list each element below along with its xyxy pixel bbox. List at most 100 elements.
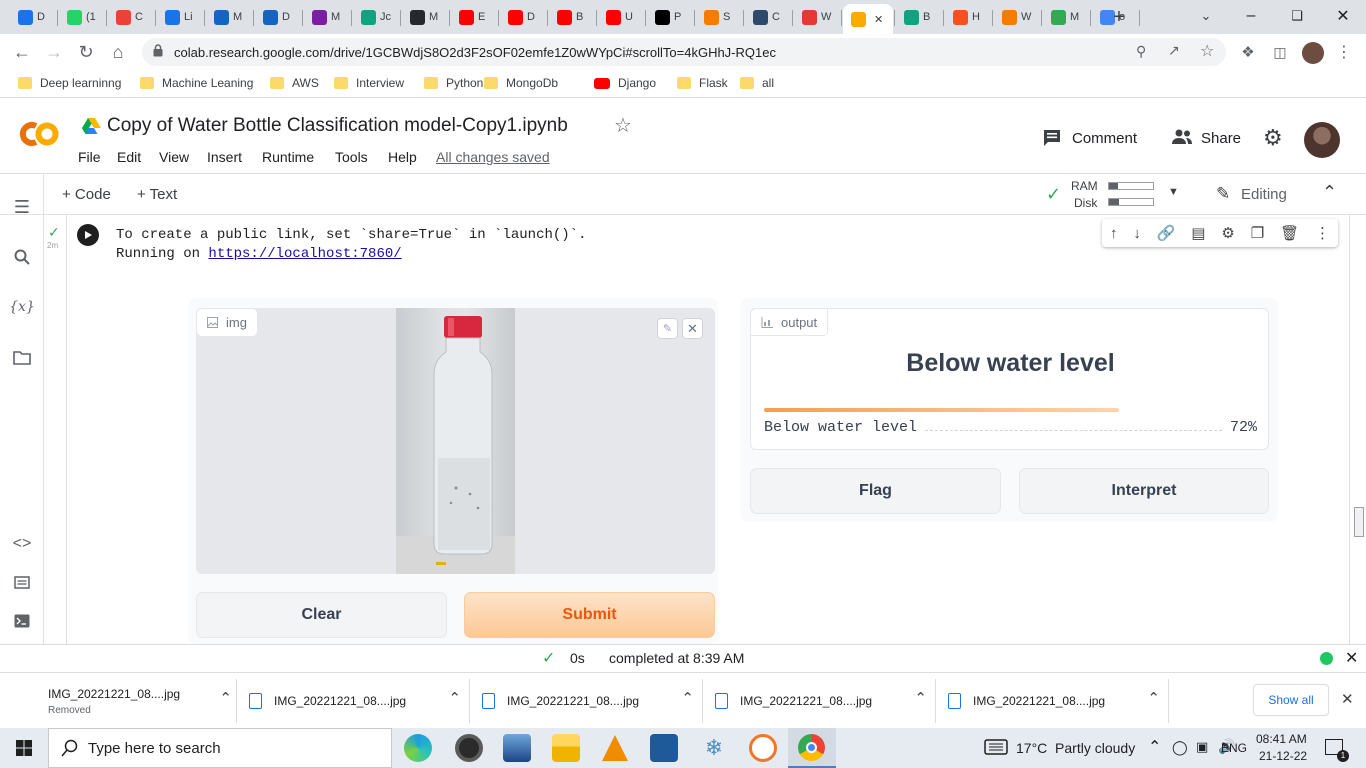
bookmark-item[interactable]: AWS <box>270 76 319 90</box>
browser-tab[interactable]: D <box>255 4 301 30</box>
disk-usage-bar[interactable] <box>1108 198 1154 206</box>
address-bar[interactable]: colab.research.google.com/drive/1GCBWdjS… <box>142 38 1226 66</box>
minimize-window-button[interactable]: – <box>1228 0 1274 32</box>
files-folder-icon[interactable] <box>11 347 33 369</box>
menu-help[interactable]: Help <box>388 149 417 165</box>
add-code-button[interactable]: + Code <box>62 186 111 203</box>
menu-edit[interactable]: Edit <box>117 149 141 165</box>
browser-tab[interactable]: (1 <box>59 4 105 30</box>
cell-settings-gear-icon[interactable]: ⚙ <box>1221 224 1234 242</box>
tab-search-chevron-icon[interactable]: ⌄ <box>1196 6 1216 26</box>
weather-icon[interactable] <box>984 738 1008 759</box>
image-input-panel[interactable]: img ✎ ✕ <box>196 308 715 574</box>
download-options-chevron-icon[interactable]: ⌃ <box>219 689 232 707</box>
close-downloads-icon[interactable]: ✕ <box>1341 690 1354 708</box>
download-item[interactable]: IMG_20221221_08....jpg ⌃ <box>715 673 935 729</box>
file-explorer-icon[interactable] <box>552 734 580 762</box>
bookmark-item[interactable]: Deep learninng <box>18 76 121 90</box>
zoom-icon[interactable]: ⚲ <box>1136 43 1146 60</box>
star-notebook-icon[interactable]: ☆ <box>614 113 632 138</box>
bookmark-item[interactable]: Interview <box>334 76 404 90</box>
restore-window-button[interactable]: ❏ <box>1274 0 1320 32</box>
notebook-title[interactable]: Copy of Water Bottle Classification mode… <box>107 115 568 137</box>
browser-tab[interactable]: B <box>896 4 942 30</box>
browser-tab[interactable]: P <box>647 4 693 30</box>
clock-time[interactable]: 08:41 AM <box>1256 732 1307 746</box>
browser-tab[interactable]: D <box>10 4 56 30</box>
extensions-puzzle-icon[interactable]: ❖ <box>1234 38 1262 66</box>
tray-app-icon[interactable]: ◯ <box>1172 739 1188 756</box>
share-people-icon[interactable] <box>1171 129 1193 148</box>
colab-logo[interactable] <box>16 119 62 157</box>
tray-chevron-icon[interactable]: ⌃ <box>1148 737 1161 757</box>
download-options-chevron-icon[interactable]: ⌃ <box>914 689 927 707</box>
browser-tab[interactable]: Jc <box>353 4 399 30</box>
download-item[interactable]: IMG_20221221_08....jpg Removed ⌃ <box>16 673 236 729</box>
jupyter-icon[interactable] <box>749 734 777 762</box>
chrome-active-tab[interactable] <box>788 728 836 768</box>
runtime-dropdown-icon[interactable]: ▼ <box>1168 186 1179 198</box>
menu-view[interactable]: View <box>159 149 189 165</box>
interpret-button[interactable]: Interpret <box>1019 468 1269 514</box>
ram-usage-bar[interactable] <box>1108 182 1154 190</box>
menu-insert[interactable]: Insert <box>207 149 242 165</box>
side-panel-icon[interactable]: ◫ <box>1266 38 1294 66</box>
browser-tab[interactable]: W <box>994 4 1040 30</box>
code-snippets-icon[interactable]: <> <box>11 533 33 555</box>
command-palette-icon[interactable] <box>11 571 33 593</box>
editing-mode-button[interactable]: Editing <box>1241 186 1287 203</box>
browser-tab[interactable]: M <box>304 4 350 30</box>
download-options-chevron-icon[interactable]: ⌃ <box>1147 689 1160 707</box>
browser-tab[interactable]: D <box>500 4 546 30</box>
menu-tools[interactable]: Tools <box>335 149 368 165</box>
show-all-button[interactable]: Show all <box>1253 684 1329 716</box>
close-status-icon[interactable]: ✕ <box>1345 648 1358 668</box>
share-page-icon[interactable]: ↗ <box>1168 42 1180 59</box>
vertical-scrollbar[interactable] <box>1352 215 1366 644</box>
move-cell-down-icon[interactable]: ↓ <box>1133 225 1141 242</box>
browser-tab[interactable]: U <box>598 4 644 30</box>
snowflake-app-icon[interactable]: ❄ <box>700 734 728 762</box>
bookmark-item[interactable]: all <box>740 76 774 90</box>
taskbar-search-box[interactable]: Type here to search <box>48 728 392 768</box>
comment-icon[interactable] <box>1043 129 1061 150</box>
browser-tab[interactable]: M <box>1043 4 1089 30</box>
bookmark-star-icon[interactable]: ☆ <box>1200 41 1214 61</box>
home-icon[interactable]: ⌂ <box>104 38 132 66</box>
collapse-header-chevron-icon[interactable]: ⌃ <box>1322 182 1337 203</box>
terminal-icon[interactable] <box>11 610 33 632</box>
browser-menu-icon[interactable]: ⋮ <box>1330 38 1358 66</box>
edge-browser-icon[interactable] <box>404 734 432 762</box>
new-tab-button[interactable]: + <box>1108 6 1130 28</box>
add-comment-icon[interactable]: ▤ <box>1191 224 1205 242</box>
language-indicator[interactable]: ENG <box>1221 741 1247 755</box>
browser-tab[interactable]: S <box>696 4 742 30</box>
browser-tab[interactable]: B <box>549 4 595 30</box>
browser-tab[interactable]: C <box>108 4 154 30</box>
bookmark-item[interactable]: Flask <box>677 76 728 90</box>
move-cell-up-icon[interactable]: ↑ <box>1110 225 1118 242</box>
bookmark-item[interactable]: MongoDb <box>484 76 558 90</box>
menu-runtime[interactable]: Runtime <box>262 149 314 165</box>
search-icon[interactable] <box>11 246 33 268</box>
browser-tab[interactable]: H <box>945 4 991 30</box>
download-options-chevron-icon[interactable]: ⌃ <box>681 689 694 707</box>
browser-tab[interactable]: E <box>451 4 497 30</box>
download-item[interactable]: IMG_20221221_08....jpg ⌃ <box>948 673 1168 729</box>
network-app-icon[interactable] <box>503 734 531 762</box>
clear-image-close-icon[interactable]: ✕ <box>682 318 703 339</box>
bookmark-item[interactable]: Python <box>424 76 483 90</box>
bookmark-item[interactable]: Machine Leaning <box>140 76 253 90</box>
submit-button[interactable]: Submit <box>464 592 715 638</box>
profile-avatar[interactable] <box>1302 42 1324 64</box>
browser-tab[interactable]: ✕ <box>843 4 893 34</box>
saved-status-link[interactable]: All changes saved <box>436 149 550 165</box>
vscode-icon[interactable] <box>650 734 678 762</box>
cell-more-options-icon[interactable]: ⋮ <box>1315 224 1330 242</box>
browser-tab[interactable]: C <box>745 4 791 30</box>
add-text-button[interactable]: + Text <box>137 186 177 203</box>
localhost-link[interactable]: https://localhost:7860/ <box>208 246 401 262</box>
scrollbar-thumb[interactable] <box>1354 507 1364 537</box>
browser-tab[interactable]: M <box>402 4 448 30</box>
browser-tab[interactable]: M <box>206 4 252 30</box>
